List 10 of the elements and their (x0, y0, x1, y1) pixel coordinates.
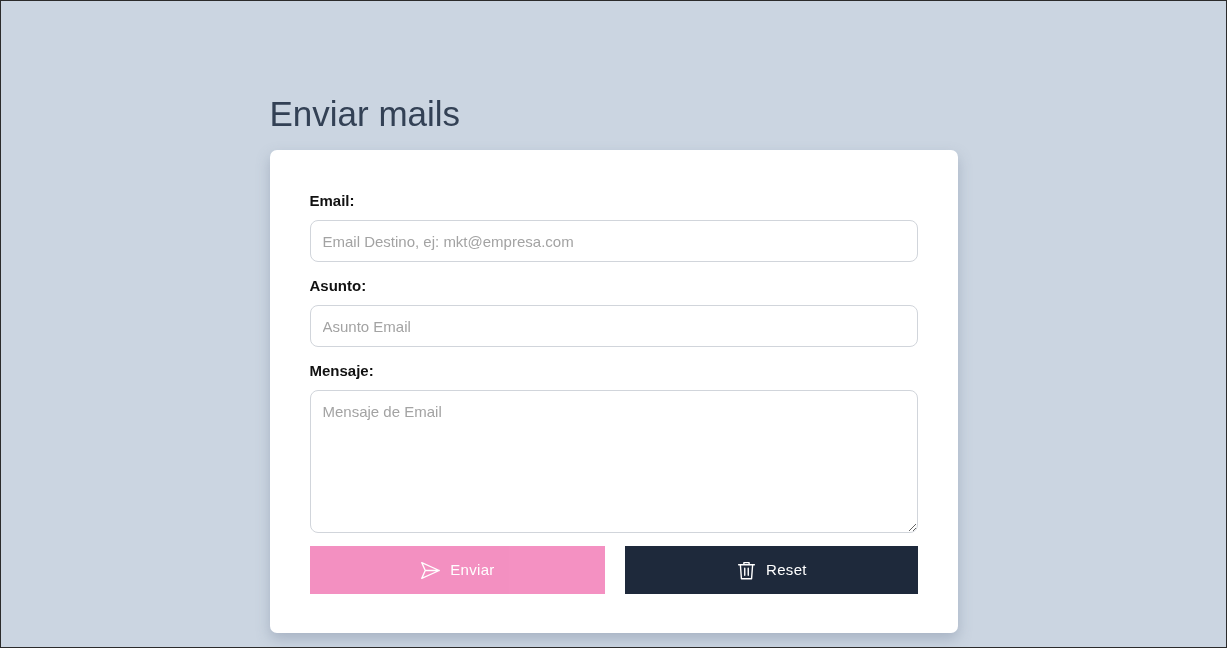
field-label: Mensaje: (309, 361, 375, 381)
field-label: Email: (309, 191, 356, 211)
field-label: Asunto: (309, 276, 368, 296)
input-field[interactable]: Email Destino, ej: mkt@empresa.com (309, 220, 918, 262)
page-title: Enviar mails (269, 93, 462, 135)
reset-button[interactable]: Reset (625, 546, 918, 594)
send-icon (420, 559, 442, 581)
trash-icon (736, 559, 758, 581)
message-textarea[interactable]: Mensaje de Email (309, 390, 918, 533)
input-field[interactable]: Asunto Email (309, 305, 918, 347)
